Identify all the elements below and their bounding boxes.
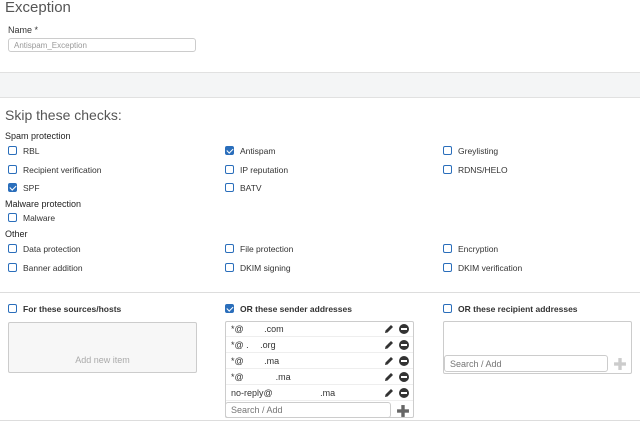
skip-checks-title: Skip these checks: — [5, 107, 122, 123]
sources-label: For these sources/hosts — [23, 304, 122, 314]
dkim-signing-checkbox[interactable] — [225, 263, 234, 272]
sender-address: *@ .com — [231, 324, 284, 334]
antispam-label: Antispam — [240, 146, 276, 156]
remove-icon[interactable] — [399, 356, 409, 366]
recipient-verification-checkbox[interactable] — [8, 165, 17, 174]
banner-addition-label: Banner addition — [23, 263, 83, 273]
rdns-helo-checkbox[interactable] — [443, 165, 452, 174]
antispam-checkbox[interactable] — [225, 146, 234, 155]
section-divider — [0, 72, 640, 98]
dkim-verification-checkbox[interactable] — [443, 263, 452, 272]
edit-icon[interactable] — [384, 356, 394, 366]
recipient-verification-label: Recipient verification — [23, 165, 102, 175]
divider — [0, 292, 640, 293]
senders-label: OR these sender addresses — [240, 304, 352, 314]
ip-reputation-checkbox[interactable] — [225, 165, 234, 174]
add-recipient-icon[interactable] — [614, 358, 626, 370]
edit-icon[interactable] — [384, 324, 394, 334]
sender-address: *@ .ma — [231, 372, 291, 382]
list-item[interactable]: *@ .ma — [226, 370, 413, 385]
recipient-search-input[interactable] — [444, 355, 608, 372]
remove-icon[interactable] — [399, 324, 409, 334]
page-title: Exception — [5, 0, 71, 16]
rbl-label: RBL — [23, 146, 40, 156]
edit-icon[interactable] — [384, 340, 394, 350]
encryption-label: Encryption — [458, 244, 499, 254]
file-protection-label: File protection — [240, 244, 294, 254]
dkim-verification-label: DKIM verification — [458, 263, 523, 273]
data-protection-label: Data protection — [23, 244, 81, 254]
add-sender-icon[interactable] — [397, 405, 409, 417]
sender-address: *@ . .org — [231, 340, 276, 350]
encryption-checkbox[interactable] — [443, 244, 452, 253]
greylisting-label: Greylisting — [458, 146, 499, 156]
other-heading: Other — [5, 229, 28, 239]
list-item[interactable]: *@ .ma — [226, 354, 413, 369]
spf-checkbox[interactable] — [8, 183, 17, 192]
recipients-checkbox[interactable] — [443, 304, 452, 313]
rdns-helo-label: RDNS/HELO — [458, 165, 508, 175]
spam-protection-heading: Spam protection — [5, 131, 71, 141]
edit-icon[interactable] — [384, 372, 394, 382]
sender-address: *@ .ma — [231, 356, 280, 366]
banner-addition-checkbox[interactable] — [8, 263, 17, 272]
remove-icon[interactable] — [399, 372, 409, 382]
malware-label: Malware — [23, 213, 56, 223]
list-item[interactable]: *@ . .org — [226, 338, 413, 353]
sender-address: no-reply@ .ma — [231, 388, 336, 398]
batv-checkbox[interactable] — [225, 183, 234, 192]
sources-checkbox[interactable] — [8, 304, 17, 313]
file-protection-checkbox[interactable] — [225, 244, 234, 253]
sources-list[interactable]: Add new item — [8, 322, 197, 373]
recipients-label: OR these recipient addresses — [458, 304, 578, 314]
remove-icon[interactable] — [399, 340, 409, 350]
sender-search-input[interactable] — [225, 402, 391, 418]
data-protection-checkbox[interactable] — [8, 244, 17, 253]
remove-icon[interactable] — [399, 388, 409, 398]
malware-checkbox[interactable] — [8, 213, 17, 222]
bottom-divider — [0, 420, 640, 421]
senders-checkbox[interactable] — [225, 304, 234, 313]
greylisting-checkbox[interactable] — [443, 146, 452, 155]
rbl-checkbox[interactable] — [8, 146, 17, 155]
edit-icon[interactable] — [384, 388, 394, 398]
list-item[interactable]: no-reply@ .ma — [226, 386, 413, 401]
ip-reputation-label: IP reputation — [240, 165, 289, 175]
spf-label: SPF — [23, 183, 40, 193]
dkim-signing-label: DKIM signing — [240, 263, 291, 273]
list-item[interactable]: *@ .com — [226, 322, 413, 337]
name-input[interactable] — [8, 38, 196, 52]
malware-protection-heading: Malware protection — [5, 199, 82, 209]
add-new-item-input[interactable]: Add new item — [9, 355, 196, 365]
name-label: Name * — [8, 25, 39, 35]
batv-label: BATV — [240, 183, 262, 193]
